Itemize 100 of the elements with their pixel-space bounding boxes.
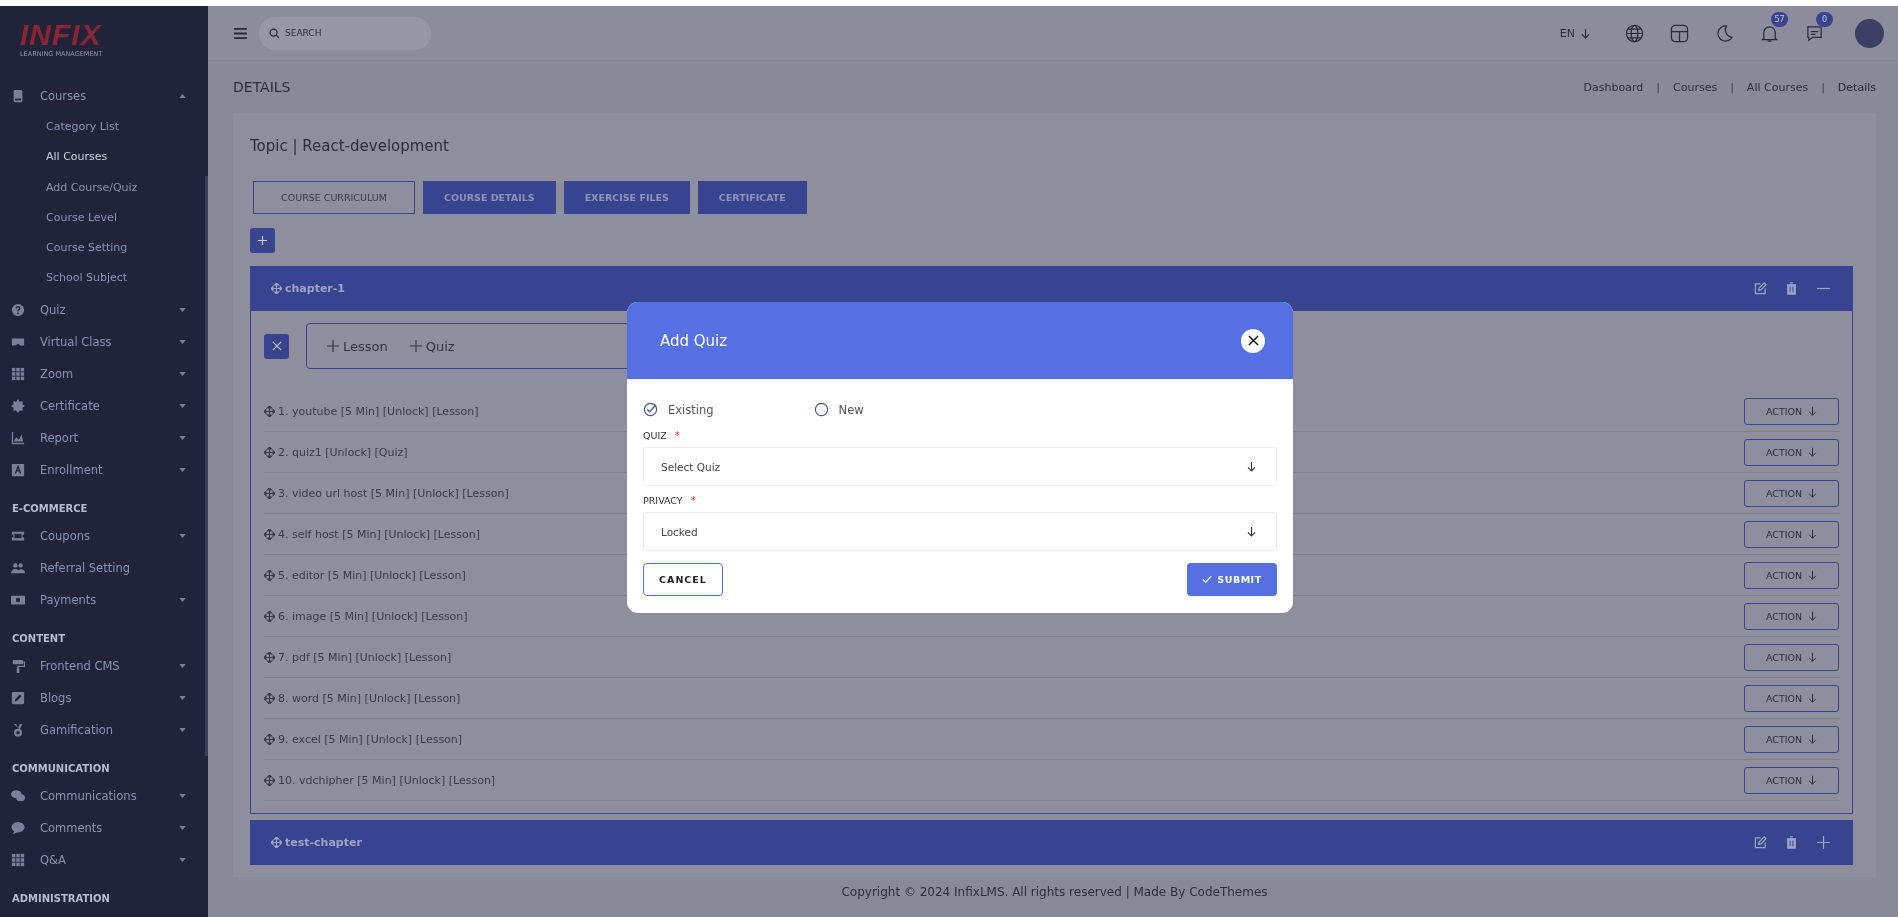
- breadcrumb-link[interactable]: All Courses: [1746, 80, 1809, 94]
- plus-icon: [409, 340, 422, 352]
- arrow-down-icon: [1808, 406, 1818, 416]
- action-button[interactable]: ACTION: [1744, 602, 1839, 630]
- nav-item[interactable]: Payments: [0, 583, 208, 616]
- chat-icon[interactable]: [1805, 23, 1824, 43]
- nav-item[interactable]: Coupons: [0, 519, 208, 552]
- action-button[interactable]: ACTION: [1744, 479, 1839, 507]
- tab[interactable]: COURSE CURRICULUM: [253, 181, 415, 214]
- add-chapter-button[interactable]: [250, 228, 275, 253]
- move-icon[interactable]: [264, 774, 275, 786]
- arrow-down-icon: [1808, 652, 1818, 662]
- letter-icon: [11, 462, 25, 477]
- nav-item[interactable]: Virtual Class: [0, 325, 208, 358]
- footer-text: Copyright © 2024 InfixLMS. All rights reserved | Made By CodeThemes: [840, 885, 1269, 899]
- move-icon[interactable]: [264, 528, 275, 540]
- nav-item[interactable]: Zoom: [0, 357, 208, 390]
- move-icon[interactable]: [271, 837, 282, 848]
- users-icon: [11, 560, 25, 575]
- lesson-title: 5. editor [5 Min] [Unlock] [Lesson]: [278, 568, 466, 582]
- nav-item[interactable]: Communications: [0, 779, 208, 812]
- add-option[interactable]: Quiz: [409, 338, 455, 354]
- nav-item[interactable]: Report: [0, 421, 208, 454]
- move-icon[interactable]: [264, 446, 275, 458]
- field-label: PRIVACY: [643, 495, 683, 506]
- breadcrumb-link[interactable]: Dashboard: [1583, 80, 1644, 94]
- nav-subitem[interactable]: Category List: [0, 112, 119, 143]
- bubble-icon: [11, 820, 25, 835]
- nav-item[interactable]: Frontend CMS: [0, 649, 208, 682]
- move-icon[interactable]: [264, 405, 275, 417]
- chapter-header[interactable]: test-chapter: [250, 820, 1853, 865]
- breadcrumb-link[interactable]: Courses: [1673, 80, 1718, 94]
- plus-icon: [257, 235, 268, 246]
- chapter-header[interactable]: chapter-1: [250, 266, 1853, 311]
- message-count: 0: [1816, 11, 1833, 27]
- cancel-button[interactable]: CANCEL: [643, 563, 723, 596]
- close-icon: [271, 341, 282, 351]
- globe-icon[interactable]: [1625, 23, 1644, 43]
- nav-item[interactable]: Quiz: [0, 293, 208, 326]
- close-button[interactable]: [1241, 328, 1265, 353]
- bell-icon[interactable]: [1760, 23, 1779, 43]
- medal-icon: [11, 722, 25, 737]
- nav-subitem[interactable]: Course Level: [0, 202, 117, 234]
- nav-item[interactable]: Comments: [0, 811, 208, 844]
- select-field[interactable]: Select Quiz: [643, 447, 1277, 486]
- add-option[interactable]: Lesson: [327, 338, 388, 354]
- nav-item[interactable]: Certificate: [0, 389, 208, 422]
- plus-icon: [327, 340, 339, 352]
- roller-icon: [11, 658, 25, 673]
- lesson-title: 8. word [5 Min] [Unlock] [Lesson]: [278, 691, 461, 705]
- notification-count: 57: [1771, 11, 1788, 27]
- arrow-down-icon: [1247, 526, 1256, 537]
- action-button[interactable]: ACTION: [1744, 397, 1839, 425]
- section-heading: CONTENT: [12, 631, 66, 646]
- search-field[interactable]: SEARCH: [259, 16, 431, 50]
- menu-icon[interactable]: [234, 27, 247, 39]
- nav-item[interactable]: Courses: [0, 80, 208, 112]
- move-icon[interactable]: [271, 283, 282, 294]
- tab[interactable]: EXERCISE FILES: [563, 181, 690, 214]
- radio-option[interactable]: Existing: [643, 402, 714, 417]
- action-button[interactable]: ACTION: [1744, 766, 1839, 794]
- action-button[interactable]: ACTION: [1744, 725, 1839, 753]
- nav-item[interactable]: Enrollment: [0, 453, 208, 486]
- plus-icon[interactable]: [1816, 835, 1831, 850]
- arrow-down-icon: [1808, 734, 1818, 744]
- action-button[interactable]: ACTION: [1744, 684, 1839, 712]
- action-button[interactable]: ACTION: [1744, 438, 1839, 466]
- language-selector[interactable]: EN: [1559, 26, 1590, 40]
- action-button[interactable]: ACTION: [1744, 643, 1839, 671]
- submit-button[interactable]: SUBMIT: [1187, 563, 1277, 596]
- nav-subitem[interactable]: Course Setting: [0, 233, 128, 264]
- book-icon: [11, 89, 25, 103]
- move-icon[interactable]: [264, 692, 275, 704]
- move-icon[interactable]: [264, 569, 275, 581]
- layout-icon[interactable]: [1670, 23, 1689, 43]
- select-field[interactable]: Locked: [643, 512, 1277, 551]
- tab[interactable]: CERTIFICATE: [697, 181, 807, 214]
- move-icon[interactable]: [264, 487, 275, 499]
- nav-subitem[interactable]: School Subject: [0, 263, 128, 294]
- nav-item[interactable]: Q&A: [0, 843, 208, 876]
- action-button[interactable]: ACTION: [1744, 561, 1839, 589]
- tab[interactable]: COURSE DETAILS: [423, 181, 556, 214]
- trash-icon[interactable]: [1785, 836, 1798, 849]
- avatar[interactable]: [1855, 18, 1884, 48]
- move-icon[interactable]: [264, 651, 275, 663]
- edit-icon[interactable]: [1754, 836, 1767, 849]
- moon-icon[interactable]: [1715, 23, 1734, 43]
- move-icon[interactable]: [264, 733, 275, 745]
- lesson-title: 9. excel [5 Min] [Unlock] [Lesson]: [278, 732, 463, 746]
- action-button[interactable]: ACTION: [1744, 520, 1839, 548]
- nav-item[interactable]: Gamification: [0, 713, 208, 746]
- nav-item[interactable]: Blogs: [0, 681, 208, 714]
- nav-item[interactable]: Referral Setting: [0, 551, 208, 584]
- trash-icon[interactable]: [1785, 282, 1798, 295]
- edit-icon[interactable]: [1754, 282, 1767, 295]
- nav-subitem[interactable]: Add Course/Quiz: [0, 172, 138, 203]
- nav-subitem[interactable]: All Courses: [0, 142, 108, 173]
- section-heading: COMMUNICATION: [12, 761, 110, 776]
- radio-option[interactable]: New: [813, 402, 864, 417]
- move-icon[interactable]: [264, 610, 275, 622]
